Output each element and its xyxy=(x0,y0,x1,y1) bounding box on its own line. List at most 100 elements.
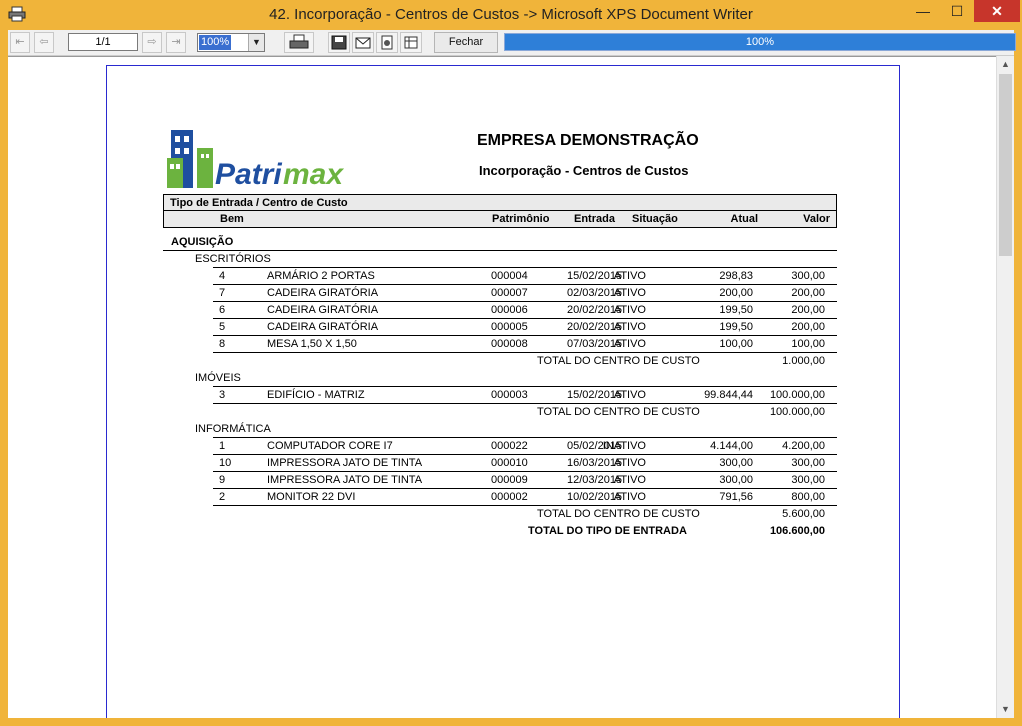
asset-situacao: ATIVO xyxy=(613,321,646,333)
asset-atual: 200,00 xyxy=(719,287,753,299)
asset-patrimonio: 000010 xyxy=(491,457,528,469)
row-divider xyxy=(213,386,837,387)
cost-center-total: 5.600,00 xyxy=(782,508,825,520)
page-setup-button[interactable] xyxy=(376,32,398,53)
cost-center-total-label: TOTAL DO CENTRO DE CUSTO xyxy=(537,355,700,367)
entry-type-total: 106.600,00 xyxy=(769,525,825,537)
asset-atual: 199,50 xyxy=(719,304,753,316)
asset-atual: 791,56 xyxy=(719,491,753,503)
cost-center-total: 1.000,00 xyxy=(782,355,825,367)
asset-description: EDIFÍCIO - MATRIZ xyxy=(267,389,365,401)
asset-situacao: ATIVO xyxy=(613,491,646,503)
asset-atual: 300,00 xyxy=(719,457,753,469)
window-title: 42. Incorporação - Centros de Custos -> … xyxy=(269,6,753,23)
maximize-button[interactable]: ☐ xyxy=(942,0,972,22)
print-button[interactable] xyxy=(284,32,314,53)
asset-description: MESA 1,50 X 1,50 xyxy=(267,338,357,350)
prev-page-button[interactable]: ⇦ xyxy=(34,32,54,53)
asset-valor: 300,00 xyxy=(791,474,825,486)
row-divider xyxy=(213,488,837,489)
asset-bem: 3 xyxy=(219,389,226,401)
asset-atual: 298,83 xyxy=(719,270,753,282)
asset-patrimonio: 000009 xyxy=(491,474,528,486)
scroll-up-icon[interactable]: ▲ xyxy=(997,56,1014,73)
preview-toolbar: ⇤ ⇦ 1/1 ⇨ ⇥ 100% ▼ Fechar 100% xyxy=(8,30,1016,56)
next-page-button[interactable]: ⇨ xyxy=(142,32,162,53)
cost-center-total-label: TOTAL DO CENTRO DE CUSTO xyxy=(537,406,700,418)
asset-bem: 4 xyxy=(219,270,226,282)
asset-valor: 4.200,00 xyxy=(782,440,825,452)
asset-description: IMPRESSORA JATO DE TINTA xyxy=(267,474,423,486)
first-page-button[interactable]: ⇤ xyxy=(10,32,30,53)
floppy-disk-icon xyxy=(331,35,347,50)
asset-description: CADEIRA GIRATÓRIA xyxy=(267,287,379,299)
asset-valor: 200,00 xyxy=(791,321,825,333)
printer-icon xyxy=(289,34,309,49)
row-divider xyxy=(213,267,837,268)
last-page-button[interactable]: ⇥ xyxy=(166,32,186,53)
header-atual: Atual xyxy=(730,213,759,225)
fechar-button[interactable]: Fechar xyxy=(434,32,498,53)
asset-patrimonio: 000007 xyxy=(491,287,528,299)
cost-center-total: 100.000,00 xyxy=(769,406,825,418)
save-button[interactable] xyxy=(328,32,350,53)
chevron-down-icon[interactable]: ▼ xyxy=(248,34,264,51)
asset-valor: 300,00 xyxy=(791,457,825,469)
title-bar: 42. Incorporação - Centros de Custos -> … xyxy=(0,0,1022,30)
asset-atual: 300,00 xyxy=(719,474,753,486)
asset-situacao: ATIVO xyxy=(613,474,646,486)
asset-atual: 199,50 xyxy=(719,321,753,333)
header-bem: Bem xyxy=(220,213,244,225)
scroll-thumb[interactable] xyxy=(999,74,1012,256)
scroll-down-icon[interactable]: ▼ xyxy=(997,701,1014,718)
zoom-value: 100% xyxy=(199,35,231,50)
row-divider xyxy=(213,352,837,353)
printer-settings-icon xyxy=(381,35,393,50)
asset-situacao: ATIVO xyxy=(613,338,646,350)
asset-patrimonio: 000003 xyxy=(491,389,528,401)
preview-area[interactable]: Patri max EMPRESA DEMONSTRAÇÃO Incorpora… xyxy=(8,56,996,718)
asset-patrimonio: 000005 xyxy=(491,321,528,333)
vertical-scrollbar[interactable]: ▲ ▼ xyxy=(996,56,1014,718)
zoom-select[interactable]: 100% ▼ xyxy=(197,33,265,52)
email-button[interactable] xyxy=(352,32,374,53)
grid-icon xyxy=(404,36,418,49)
cost-center-name: IMÓVEIS xyxy=(195,372,241,384)
progress-bar: 100% xyxy=(504,33,1016,51)
asset-patrimonio: 000002 xyxy=(491,491,528,503)
asset-description: COMPUTADOR CORE I7 xyxy=(267,440,393,452)
report-title: Incorporação - Centros de Custos xyxy=(479,163,689,178)
asset-description: CADEIRA GIRATÓRIA xyxy=(267,321,379,333)
asset-situacao: ATIVO xyxy=(613,287,646,299)
asset-situacao: ATIVO xyxy=(613,457,646,469)
asset-bem: 6 xyxy=(219,304,226,316)
asset-bem: 2 xyxy=(219,491,226,503)
asset-valor: 200,00 xyxy=(791,287,825,299)
report-window: 42. Incorporação - Centros de Custos -> … xyxy=(0,0,1022,726)
asset-valor: 300,00 xyxy=(791,270,825,282)
asset-description: CADEIRA GIRATÓRIA xyxy=(267,304,379,316)
entry-type-total-label: TOTAL DO TIPO DE ENTRADA xyxy=(528,525,687,537)
asset-situacao: INATIVO xyxy=(602,440,646,452)
row-divider xyxy=(213,471,837,472)
row-divider xyxy=(163,250,837,251)
header-entrada: Entrada xyxy=(574,213,615,225)
asset-bem: 5 xyxy=(219,321,226,333)
asset-description: ARMÁRIO 2 PORTAS xyxy=(267,270,375,282)
header-valor: Valor xyxy=(803,213,830,225)
row-divider xyxy=(213,318,837,319)
report-header: Tipo de Entrada / Centro de Custo Bem Pa… xyxy=(163,194,837,228)
options-button[interactable] xyxy=(400,32,422,53)
asset-bem: 9 xyxy=(219,474,226,486)
asset-atual: 99.844,44 xyxy=(704,389,753,401)
minimize-button[interactable]: — xyxy=(908,0,938,22)
page-number-input[interactable]: 1/1 xyxy=(68,33,138,51)
progress-text: 100% xyxy=(745,36,775,48)
close-button[interactable]: ✕ xyxy=(974,0,1020,22)
asset-valor: 800,00 xyxy=(791,491,825,503)
svg-text:max: max xyxy=(283,158,344,191)
asset-patrimonio: 000022 xyxy=(491,440,528,452)
asset-valor: 100.000,00 xyxy=(769,389,825,401)
envelope-icon xyxy=(355,37,371,49)
asset-description: MONITOR 22 DVI xyxy=(267,491,356,503)
